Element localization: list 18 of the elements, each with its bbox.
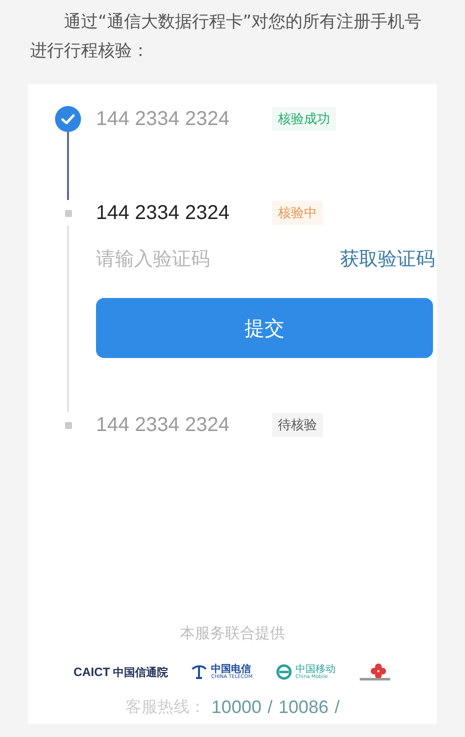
code-input-field[interactable]: 请输入验证码 xyxy=(96,244,266,274)
provided-by-text: 本服务联合提供 xyxy=(180,624,285,643)
hotline-number: / xyxy=(334,697,340,718)
unicom-logo xyxy=(358,661,392,683)
check-icon xyxy=(55,106,81,132)
submit-button[interactable]: 提交 xyxy=(96,298,433,358)
status-tag: 核验成功 xyxy=(272,107,336,131)
get-code-link[interactable]: 获取验证码 xyxy=(340,246,435,272)
hotline-number: 10086 xyxy=(278,697,329,718)
caict-logo: CAICT 中国信通院 xyxy=(73,664,168,680)
status-tag: 核验中 xyxy=(272,201,323,225)
phone-number: 144 2334 2324 xyxy=(96,414,230,436)
intro-text: 通过“通信大数据行程卡”对您的所有注册手机号进行行程核验： xyxy=(29,11,423,63)
phone-number: 144 2334 2324 xyxy=(96,108,230,130)
hotline-number: 10000 xyxy=(211,697,262,718)
phone-number: 144 2334 2324 xyxy=(96,202,230,224)
hotline-number: / xyxy=(267,697,272,718)
status-tag: 待核验 xyxy=(272,413,323,437)
